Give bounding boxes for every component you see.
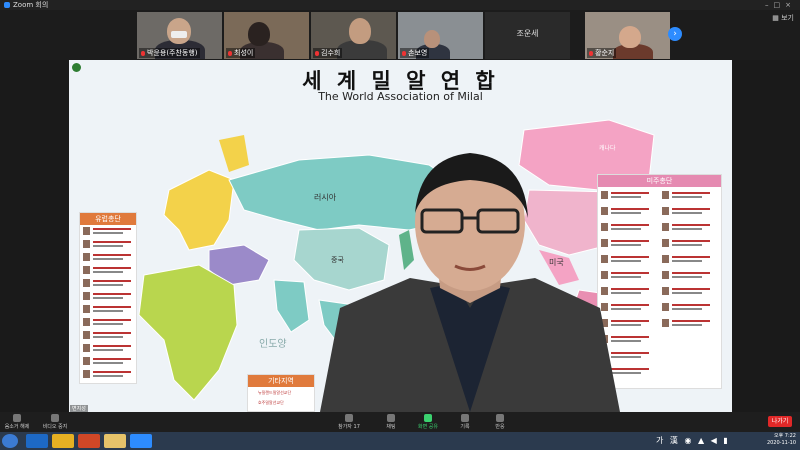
- participant-name: 최성이: [234, 49, 254, 57]
- window-controls[interactable]: –□×: [765, 0, 796, 10]
- participant-tile[interactable]: 황순지: [585, 12, 670, 59]
- participants-label: 참가자: [338, 424, 352, 430]
- share-screen-icon: [424, 414, 432, 422]
- other-region-panel: 기타지역 뉴질랜드밀알선교단 호주밀알선교단: [247, 374, 315, 412]
- next-page-button[interactable]: ›: [668, 27, 682, 41]
- stop-video-button[interactable]: 비디오 중지: [40, 414, 70, 430]
- zoom-logo-icon: [4, 2, 10, 8]
- panel-title: 기타지역: [248, 375, 314, 387]
- mic-muted-icon: [402, 50, 406, 56]
- presenter-name: 변지성: [70, 405, 88, 412]
- share-label: 화면 공유: [418, 424, 438, 430]
- participants-button[interactable]: 참가자 17: [334, 414, 364, 430]
- participant-name: 손보영: [408, 49, 428, 57]
- window-titlebar: Zoom 회의 –□×: [0, 0, 800, 10]
- record-icon: [461, 414, 469, 422]
- participant-tile[interactable]: 손보영: [398, 12, 483, 59]
- participant-name: 김수희: [321, 49, 341, 57]
- participant-tile[interactable]: 최성이: [224, 12, 309, 59]
- participant-name: 조운세: [516, 29, 539, 38]
- start-button-icon[interactable]: [2, 434, 18, 448]
- leave-meeting-button[interactable]: 나가기: [768, 416, 792, 427]
- europe-branch-panel: 유럽총단: [79, 212, 137, 384]
- system-tray-icons[interactable]: 가 漢 ◉ ▲ ◀ ▮: [656, 435, 730, 446]
- mic-icon: [13, 414, 21, 422]
- record-label: 기록: [460, 424, 470, 430]
- meeting-toolbar: 음소거 해제 비디오 중지 참가자 17 채팅 화면 공유 기록 반응 나가기: [0, 412, 800, 432]
- panel-title: 유럽총단: [80, 213, 136, 225]
- powerpoint-icon[interactable]: [78, 434, 100, 448]
- file-explorer-icon[interactable]: [104, 434, 126, 448]
- participants-icon: [345, 414, 353, 422]
- clock-date: 2020-11-10: [766, 440, 796, 446]
- unmute-button[interactable]: 음소거 해제: [2, 414, 32, 430]
- reactions-icon: [496, 414, 504, 422]
- slide-title-english: The World Association of Milal: [318, 90, 483, 103]
- participant-name: 황순지: [595, 49, 615, 57]
- unmute-label: 음소거 해제: [4, 424, 30, 430]
- chat-label: 채팅: [386, 424, 396, 430]
- mic-muted-icon: [141, 50, 145, 56]
- clock[interactable]: 오후 7:22 2020-11-10: [767, 433, 796, 447]
- participant-tile[interactable]: 박윤용(주찬동행): [137, 12, 222, 59]
- window-title: Zoom 회의: [13, 1, 49, 9]
- participant-tile[interactable]: 김수희: [311, 12, 396, 59]
- internet-explorer-icon[interactable]: [26, 434, 48, 448]
- participants-count: 17: [353, 424, 360, 430]
- video-camera-icon: [51, 414, 59, 422]
- mic-muted-icon: [589, 50, 593, 56]
- view-label: 보기: [781, 14, 794, 22]
- label-indian-ocean: 인도양: [259, 339, 287, 350]
- participant-tile[interactable]: 조운세: [485, 12, 570, 59]
- chat-icon: [387, 414, 395, 422]
- mic-muted-icon: [228, 50, 232, 56]
- panel-item: 호주밀알선교단: [258, 400, 284, 405]
- ime-indicator: 가 漢: [656, 436, 680, 445]
- windows-taskbar: 가 漢 ◉ ▲ ◀ ▮ 오후 7:22 2020-11-10: [0, 432, 800, 450]
- mic-muted-icon: [315, 50, 319, 56]
- record-button[interactable]: 기록: [450, 414, 480, 430]
- reactions-button[interactable]: 반응: [485, 414, 515, 430]
- view-button[interactable]: ▦ 보기: [772, 13, 794, 23]
- presenter-video: [320, 153, 620, 412]
- reactions-label: 반응: [495, 424, 505, 430]
- clock-time: 오후 7:22: [773, 433, 796, 439]
- zoom-taskbar-icon[interactable]: [130, 434, 152, 448]
- share-screen-button[interactable]: 화면 공유: [413, 414, 443, 430]
- chrome-icon[interactable]: [52, 434, 74, 448]
- panel-item: 뉴질랜드밀알선교단: [258, 390, 292, 395]
- chat-button[interactable]: 채팅: [376, 414, 406, 430]
- participant-name: 박윤용(주찬동행): [147, 49, 198, 57]
- video-label: 비디오 중지: [42, 424, 68, 430]
